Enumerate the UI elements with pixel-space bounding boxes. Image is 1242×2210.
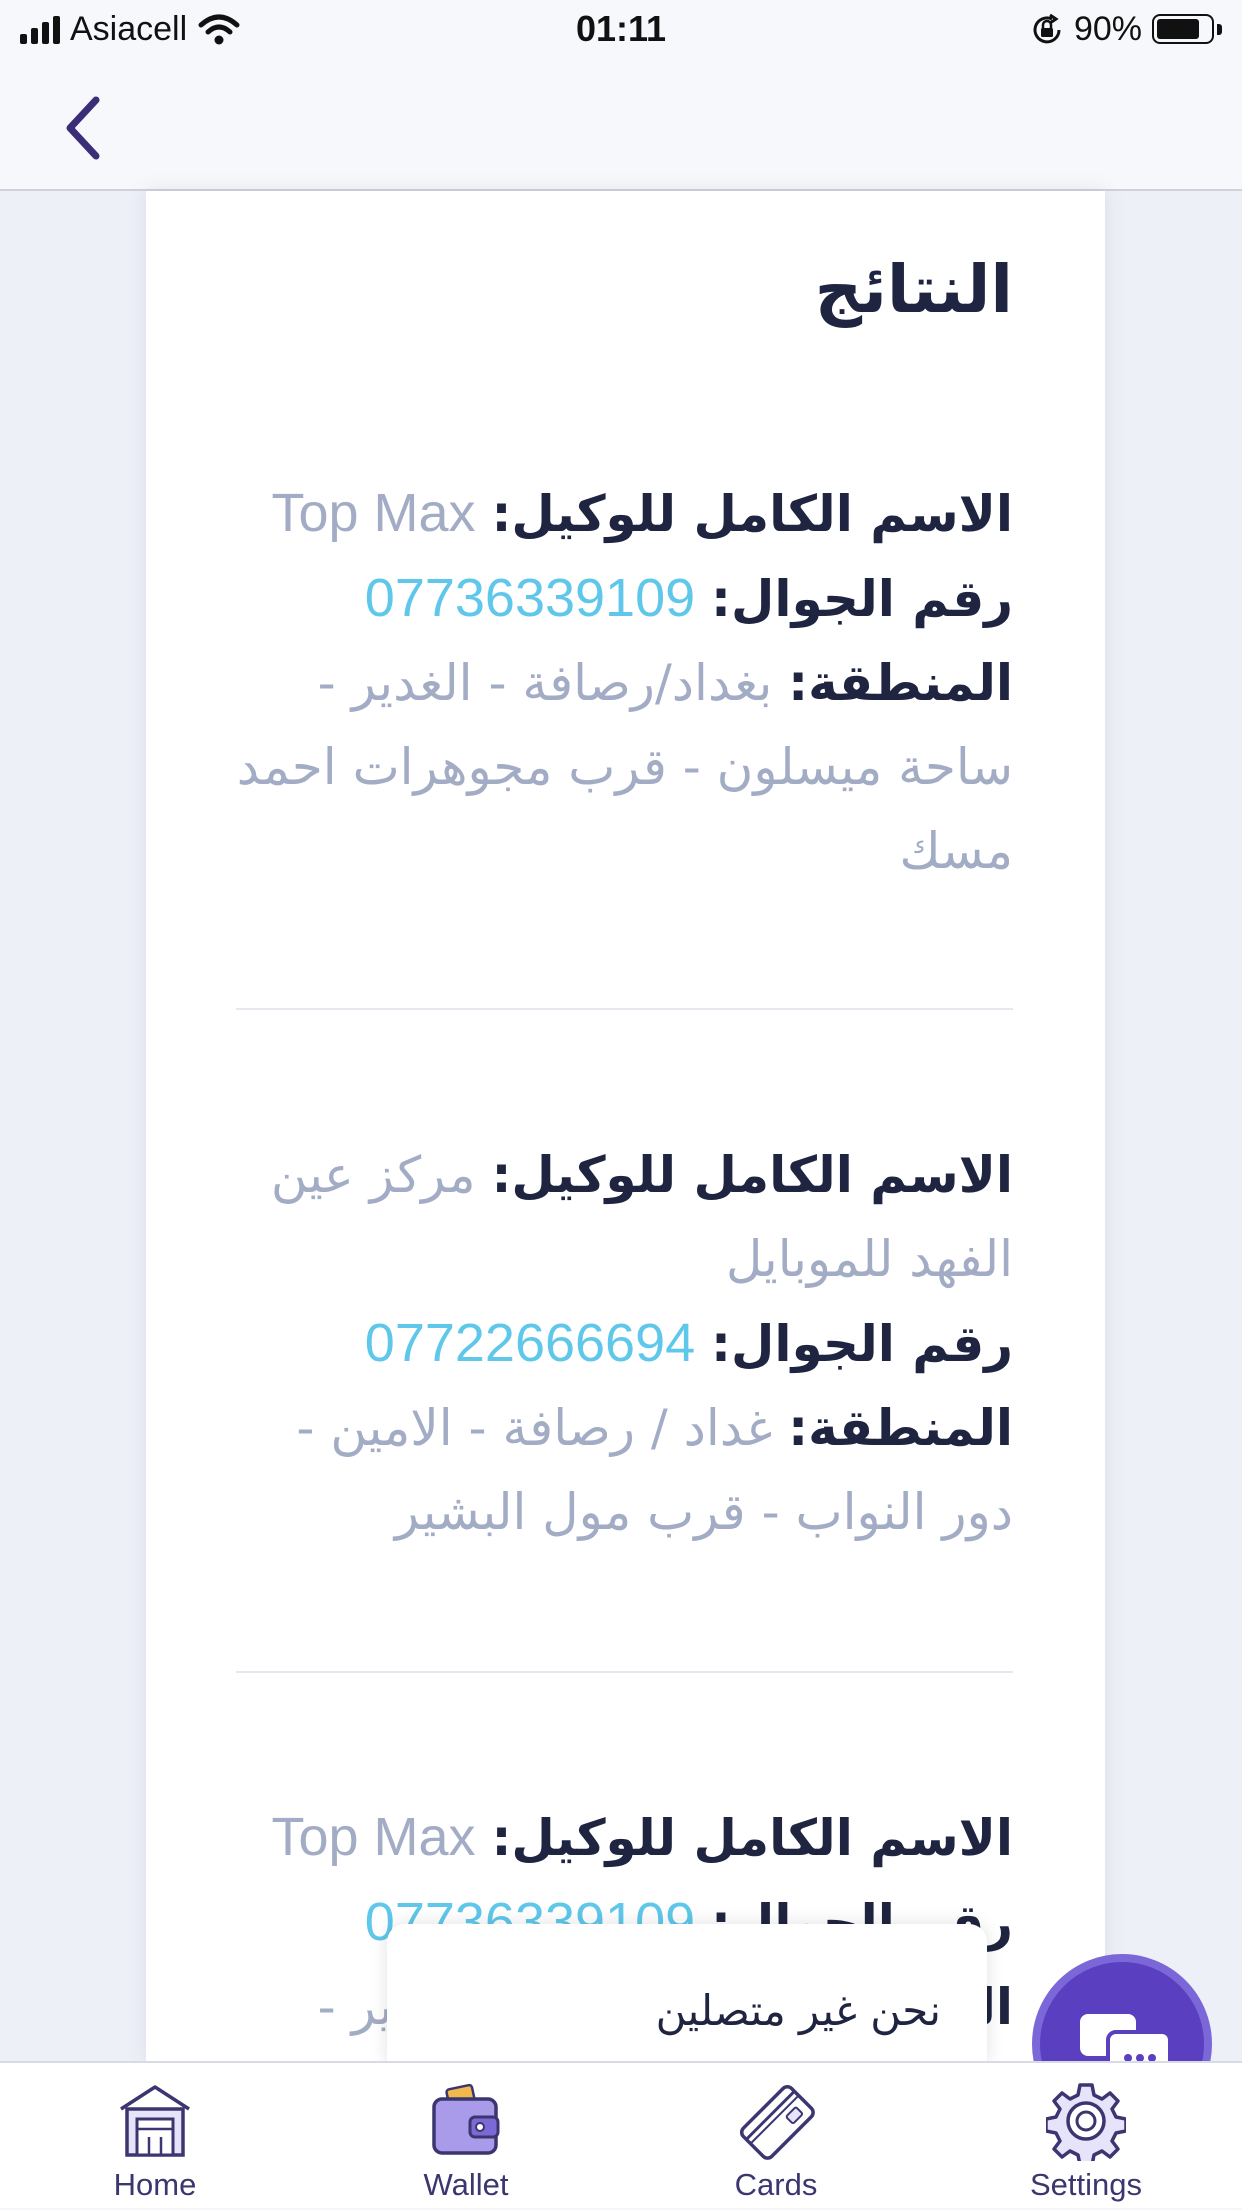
wallet-icon [432, 2083, 500, 2155]
divider [236, 1671, 1013, 1673]
area-label: المنطقة: [788, 1399, 1013, 1457]
page-margin-left [0, 191, 146, 2061]
chat-status-text: نحن غير متصلين [655, 1986, 941, 2035]
result-entry: الاسم الكامل للوكيل: Top Max رقم الجوال:… [213, 471, 1013, 893]
tab-settings-label: Settings [1029, 2167, 1142, 2202]
area-row: المنطقة: بغداد/رصافة - الغدير - ساحة ميس… [213, 641, 1013, 893]
results-card: النتائج الاسم الكامل للوكيل: Top Max رقم… [146, 191, 1105, 2061]
tab-home[interactable]: Home [55, 2063, 255, 2210]
phone-label: رقم الجوال: [711, 1315, 1013, 1373]
agent-name-label: الاسم الكامل للوكيل: [491, 1809, 1013, 1867]
chat-status-popup[interactable]: نحن غير متصلين [387, 1924, 987, 2064]
agent-name-label: الاسم الكامل للوكيل: [491, 1146, 1013, 1204]
rotation-lock-icon [1033, 13, 1061, 43]
agent-name-row: الاسم الكامل للوكيل: مركز عين الفهد للمو… [213, 1133, 1013, 1301]
status-right: 90% [1030, 10, 1222, 49]
page-title: النتائج [814, 251, 1013, 328]
garage-home-icon [120, 2085, 190, 2157]
status-bar: Asiacell 01:11 90% [0, 0, 1242, 66]
bottom-tab-bar: Home Wallet Cards Settings [0, 2061, 1242, 2208]
result-entry: الاسم الكامل للوكيل: مركز عين الفهد للمو… [213, 1133, 1013, 1554]
tab-settings[interactable]: Settings [986, 2063, 1186, 2210]
area-row: المنطقة: غداد / رصافة - الامين - دور الن… [213, 1386, 1013, 1554]
page-margin-right [1105, 191, 1242, 2061]
battery-icon [1152, 13, 1222, 46]
phone-row: رقم الجوال: 07722666694 [213, 1301, 1013, 1386]
agent-name-label: الاسم الكامل للوكيل: [491, 485, 1013, 543]
phone-link[interactable]: 07722666694 [365, 1313, 695, 1373]
phone-link[interactable]: 07736339109 [365, 568, 695, 628]
divider [236, 1008, 1013, 1010]
agent-name-value: Top Max [271, 483, 476, 543]
area-label: المنطقة: [788, 654, 1013, 712]
card-icon [739, 2084, 815, 2160]
tab-wallet[interactable]: Wallet [366, 2063, 566, 2210]
tab-wallet-label: Wallet [423, 2167, 509, 2202]
battery-percent: 90% [1073, 10, 1142, 48]
tab-cards-label: Cards [734, 2167, 818, 2202]
phone-row: رقم الجوال: 07736339109 [213, 556, 1013, 641]
tab-home-label: Home [113, 2167, 197, 2202]
back-chevron-icon[interactable] [50, 88, 130, 168]
nav-bar [0, 66, 1242, 191]
phone-label: رقم الجوال: [711, 570, 1013, 628]
tab-cards[interactable]: Cards [676, 2063, 876, 2210]
agent-name-row: الاسم الكامل للوكيل: Top Max [213, 471, 1013, 556]
gear-icon [1046, 2083, 1126, 2161]
agent-name-row: الاسم الكامل للوكيل: Top Max [213, 1795, 1013, 1880]
agent-name-value: Top Max [271, 1807, 476, 1867]
